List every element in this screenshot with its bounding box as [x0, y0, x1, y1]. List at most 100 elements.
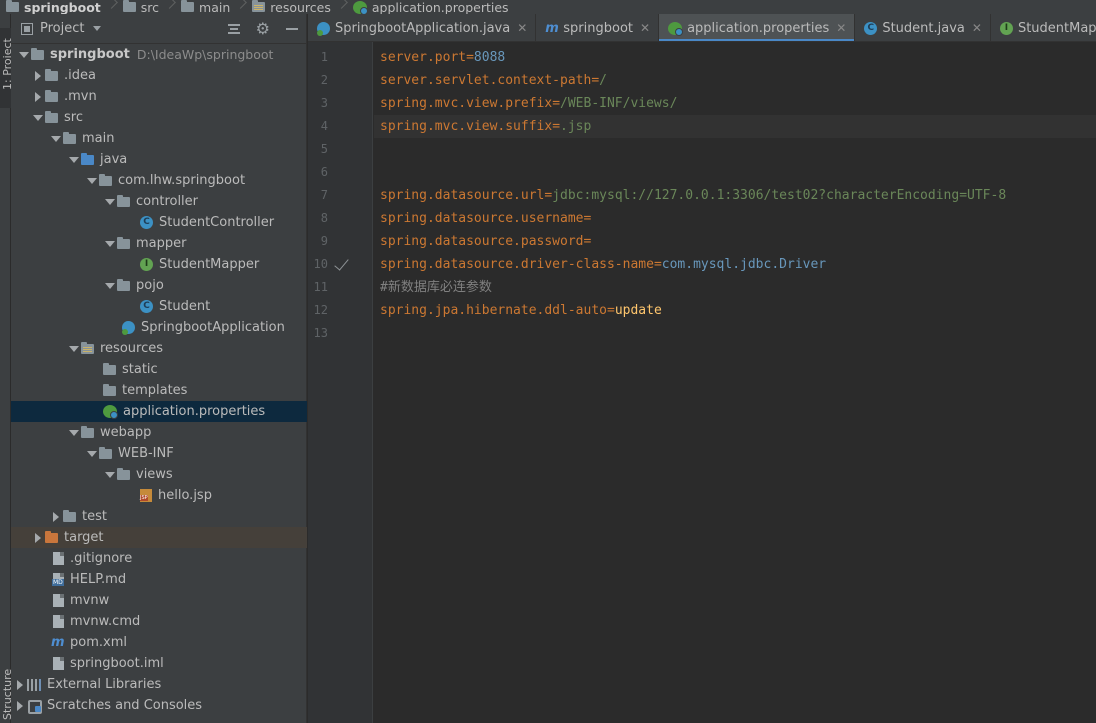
tree-item-springboot[interactable]: springboot D:\IdeaWp\springboot	[11, 44, 307, 65]
tree-item-test[interactable]: test	[11, 506, 307, 527]
tree-item-web-inf[interactable]: WEB-INF	[11, 443, 307, 464]
tree-item-static[interactable]: static	[11, 359, 307, 380]
chevron-down-icon[interactable]	[17, 48, 31, 62]
code-line-current[interactable]: spring.mvc.view.suffix=.jsp	[374, 115, 1096, 138]
code-line[interactable]: spring.jpa.hibernate.ddl-auto=update	[374, 299, 1096, 322]
tree-item-pojo[interactable]: pojo	[11, 275, 307, 296]
check-icon[interactable]	[335, 258, 349, 272]
tab-studentmapper-java[interactable]: I StudentMapper.java	[991, 14, 1096, 41]
chevron-down-icon[interactable]	[67, 342, 81, 356]
left-tool-strip: 1: Project Structure	[0, 14, 14, 723]
chevron-down-icon[interactable]	[103, 279, 117, 293]
code-line[interactable]: spring.datasource.driver-class-name=com.…	[374, 253, 1096, 276]
tree-item-hello-jsp[interactable]: hello.jsp	[11, 485, 307, 506]
tree-item-studentmapper[interactable]: I StudentMapper	[11, 254, 307, 275]
code-line[interactable]: server.servlet.context-path=/	[374, 69, 1096, 92]
tree-item-pom-xml[interactable]: m pom.xml	[11, 632, 307, 653]
chevron-down-icon[interactable]	[85, 174, 99, 188]
chevron-right-icon[interactable]	[31, 531, 45, 545]
spring-boot-class-icon	[122, 321, 135, 335]
tree-item-views[interactable]: views	[11, 464, 307, 485]
breadcrumb-item-application-properties[interactable]: application.properties	[352, 0, 509, 14]
line-number: 12	[313, 303, 328, 317]
structure-tool-tab[interactable]: Structure	[0, 654, 14, 723]
chevron-down-icon[interactable]	[103, 195, 117, 209]
tree-item-studentcontroller[interactable]: C StudentController	[11, 212, 307, 233]
library-icon	[27, 678, 41, 691]
tree-item-resources[interactable]: resources	[11, 338, 307, 359]
tree-item-external-libraries[interactable]: External Libraries	[11, 674, 307, 695]
code-line[interactable]: spring.datasource.username=	[374, 207, 1096, 230]
tree-item-mvnw[interactable]: mvnw	[11, 590, 307, 611]
close-icon[interactable]: ✕	[972, 21, 982, 35]
code-line[interactable]	[374, 138, 1096, 161]
hide-panel-icon[interactable]	[286, 27, 298, 30]
chevron-down-icon[interactable]	[103, 468, 117, 482]
line-number: 9	[320, 234, 328, 248]
code-line[interactable]	[374, 322, 1096, 345]
tree-item-idea[interactable]: .idea	[11, 65, 307, 86]
close-icon[interactable]: ✕	[836, 21, 846, 35]
scratches-icon	[27, 699, 42, 714]
chevron-right-icon[interactable]	[13, 678, 27, 692]
chevron-right-icon[interactable]	[31, 69, 45, 83]
tree-item-src[interactable]: src	[11, 107, 307, 128]
breadcrumb-item-springboot[interactable]: springboot	[6, 0, 101, 14]
code-line[interactable]: spring.mvc.view.prefix=/WEB-INF/views/	[374, 92, 1096, 115]
close-icon[interactable]: ✕	[640, 21, 650, 35]
tree-item-webapp[interactable]: webapp	[11, 422, 307, 443]
line-number: 8	[320, 211, 328, 225]
gear-icon[interactable]: ⚙	[256, 19, 270, 38]
tab-springboot-pom[interactable]: m springboot ✕	[536, 14, 660, 41]
tab-application-properties[interactable]: application.properties ✕	[659, 14, 856, 41]
breadcrumb: springboot src main resources applicatio…	[0, 0, 1096, 14]
chevron-down-icon[interactable]	[85, 447, 99, 461]
tree-item-springboot-iml[interactable]: springboot.iml	[11, 653, 307, 674]
tree-item-controller[interactable]: controller	[11, 191, 307, 212]
breadcrumb-item-src[interactable]: src	[122, 0, 159, 14]
tree-item-student[interactable]: C Student	[11, 296, 307, 317]
breadcrumb-item-resources[interactable]: resources	[252, 0, 331, 14]
code-line[interactable]: spring.datasource.password=	[374, 230, 1096, 253]
tree-item-package[interactable]: com.lhw.springboot	[11, 170, 307, 191]
chevron-down-icon[interactable]	[93, 26, 102, 31]
tree-item-java[interactable]: java	[11, 149, 307, 170]
chevron-down-icon[interactable]	[103, 237, 117, 251]
line-number-gutter[interactable]: 1 2 3 4 5 6 7 8 9 10 11 12 13	[308, 42, 373, 723]
breadcrumb-item-main[interactable]: main	[181, 0, 230, 14]
tree-item-mapper[interactable]: mapper	[11, 233, 307, 254]
package-icon	[99, 173, 112, 186]
tree-item-main[interactable]: main	[11, 128, 307, 149]
chevron-down-icon[interactable]	[67, 426, 81, 440]
tree-item-mvn[interactable]: .mvn	[11, 86, 307, 107]
chevron-right-icon[interactable]	[13, 699, 27, 713]
resources-folder-icon	[81, 341, 94, 354]
close-icon[interactable]: ✕	[517, 21, 527, 35]
project-view-selector[interactable]: Project	[40, 21, 84, 36]
tree-item-scratches[interactable]: Scratches and Consoles	[11, 695, 307, 716]
tree-item-application-properties[interactable]: application.properties	[11, 401, 307, 422]
project-tool-tab[interactable]: 1: Project	[0, 28, 14, 108]
tree-item-gitignore[interactable]: .gitignore	[11, 548, 307, 569]
code-line[interactable]: spring.datasource.url=jdbc:mysql://127.0…	[374, 184, 1096, 207]
tree-item-mvnw-cmd[interactable]: mvnw.cmd	[11, 611, 307, 632]
chevron-down-icon[interactable]	[67, 153, 81, 167]
spring-boot-class-icon	[317, 21, 330, 36]
tab-springbootapplication-java[interactable]: SpringbootApplication.java ✕	[308, 14, 537, 41]
tree-item-springbootapplication[interactable]: SpringbootApplication	[11, 317, 307, 338]
tree-item-target[interactable]: target	[11, 527, 307, 548]
code-line[interactable]	[374, 161, 1096, 184]
chevron-down-icon[interactable]	[49, 132, 63, 146]
folder-icon	[45, 68, 58, 81]
chevron-right-icon[interactable]	[31, 90, 45, 104]
code-line-comment[interactable]: #新数据库必连参数	[374, 276, 1096, 299]
module-folder-icon	[31, 47, 44, 60]
tab-student-java[interactable]: C Student.java ✕	[855, 14, 991, 41]
chevron-right-icon[interactable]	[49, 510, 63, 524]
chevron-down-icon[interactable]	[31, 111, 45, 125]
tree-item-help-md[interactable]: HELP.md	[11, 569, 307, 590]
tree-item-templates[interactable]: templates	[11, 380, 307, 401]
collapse-all-icon[interactable]	[227, 23, 240, 34]
code-area[interactable]: server.port=8088 server.servlet.context-…	[374, 42, 1096, 723]
code-line[interactable]: server.port=8088	[374, 46, 1096, 69]
